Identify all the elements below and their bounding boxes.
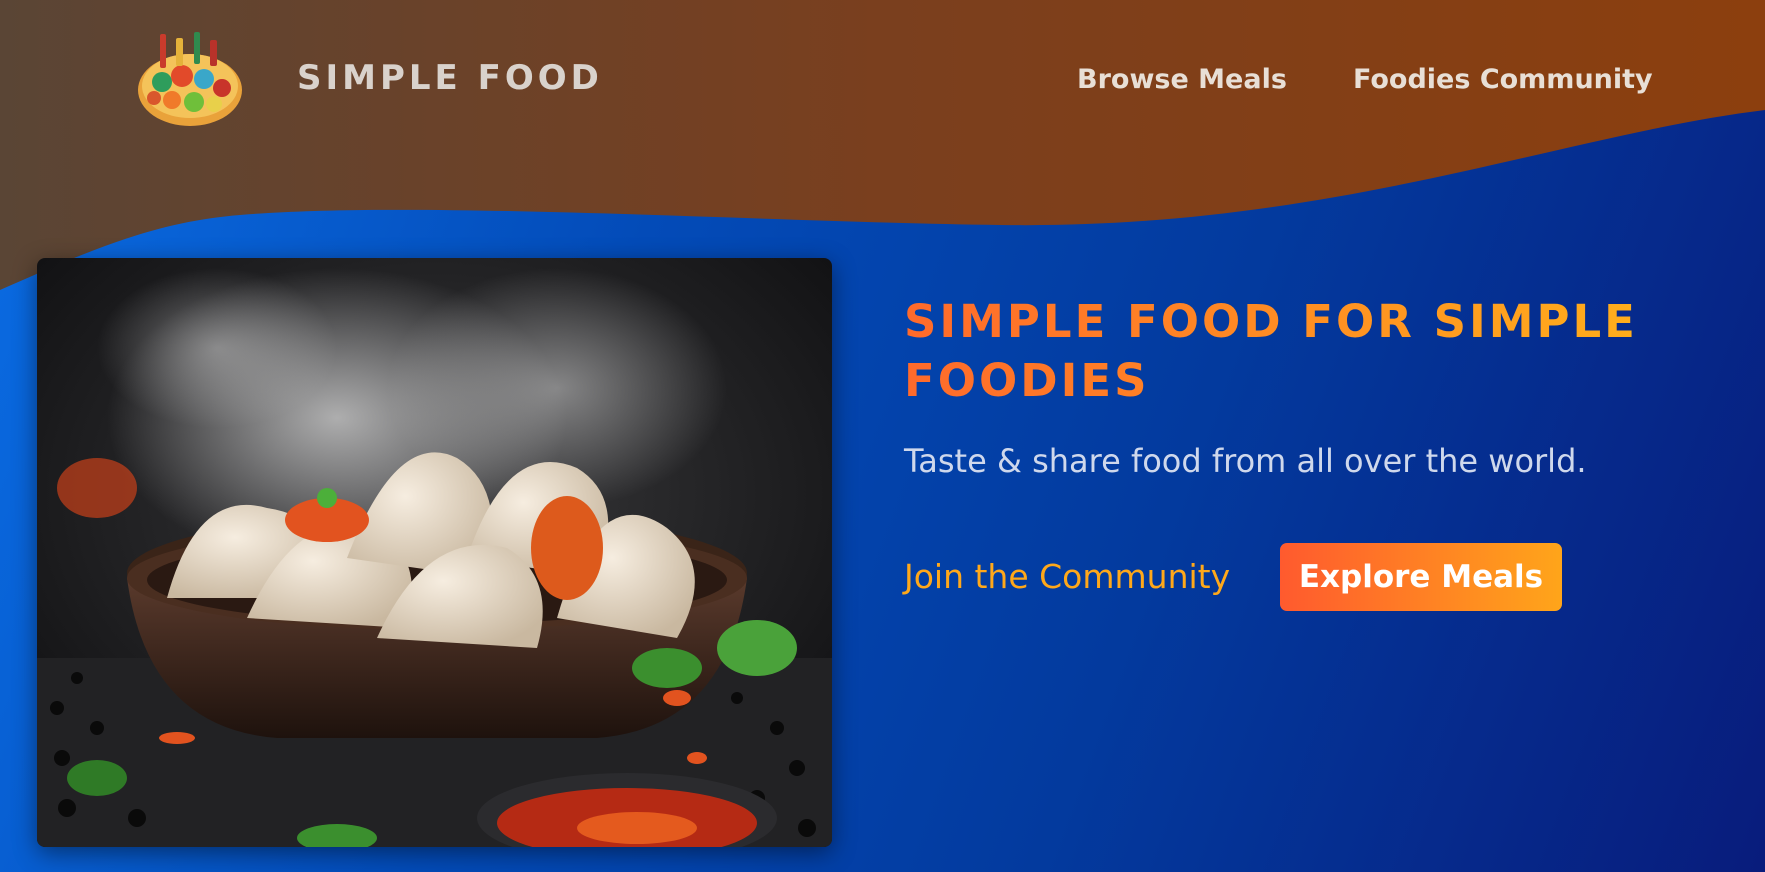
explore-meals-button[interactable]: Explore Meals xyxy=(1280,543,1562,611)
nav-foodies-community[interactable]: Foodies Community xyxy=(1353,64,1653,95)
site-header: SIMPLE FOOD Browse Meals Foodies Communi… xyxy=(0,0,1765,160)
hero-title: SIMPLE FOOD FOR SIMPLE FOODIES xyxy=(904,292,1684,410)
food-platter-logo-icon[interactable] xyxy=(132,24,250,132)
join-community-link[interactable]: Join the Community xyxy=(904,557,1230,596)
hero-subtitle: Taste & share food from all over the wor… xyxy=(904,442,1587,480)
page: SIMPLE FOOD Browse Meals Foodies Communi… xyxy=(0,0,1765,872)
nav-browse-meals[interactable]: Browse Meals xyxy=(1077,64,1287,95)
brand-name[interactable]: SIMPLE FOOD xyxy=(297,58,603,98)
steaming-dumplings-photo-icon xyxy=(37,258,832,847)
